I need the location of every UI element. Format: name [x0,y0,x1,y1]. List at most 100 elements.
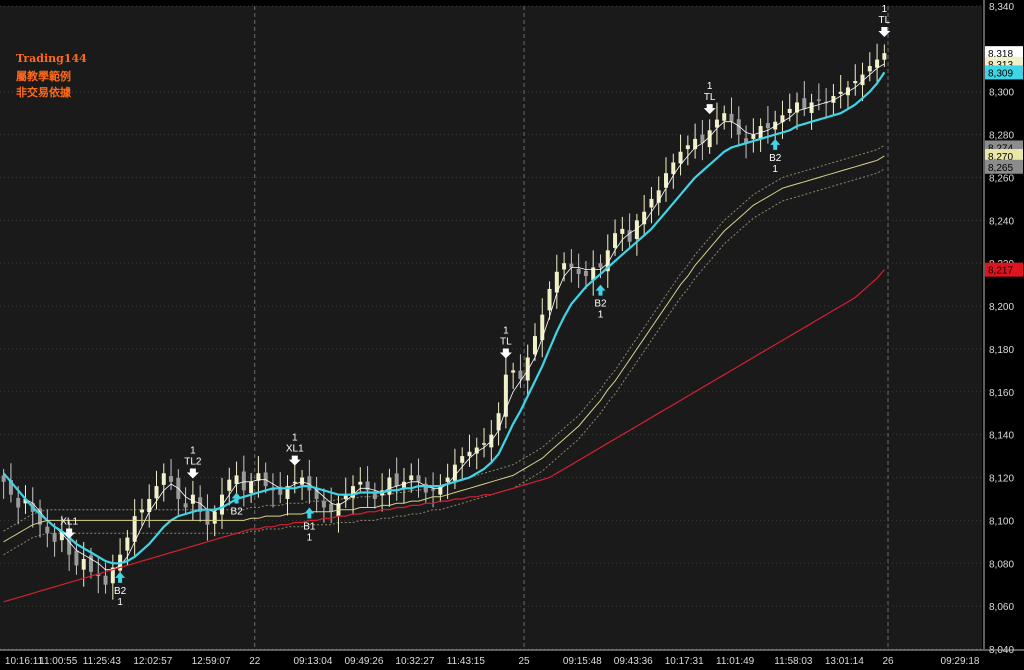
candle-body [714,119,719,128]
price-tag-label: 8,265 [988,163,1013,174]
watermark-line-1: Trading144 [16,52,87,65]
y-tick-label: 8,060 [989,602,1014,613]
candle-body [482,443,487,445]
candle-body [52,533,57,542]
candle-body [540,314,545,341]
candle-body [190,494,195,504]
candle-body [45,526,50,534]
y-tick-label: 8,180 [989,345,1014,356]
candle-body [387,477,392,495]
candle-body [503,374,508,417]
x-tick-label: 26 [882,656,894,667]
candle-body [787,108,792,114]
watermark-line-3: 非交易依據 [16,86,71,99]
signal-count: 1 [503,326,509,337]
signal-count: 1 [117,597,123,608]
candle-body [562,263,567,270]
candle-body [685,145,690,150]
y-tick-label: 8,300 [989,88,1014,99]
x-tick-label: 09:49:26 [344,656,383,667]
signal-label: TL [879,15,891,26]
x-tick-label: 09:15:48 [563,656,602,667]
price-chart[interactable]: 8,3408,3008,2808,2608,2408,2208,2008,180… [0,0,1024,670]
signal-count: 1 [292,433,298,444]
x-tick-label: 13:01:14 [825,656,864,667]
candle-body [103,575,108,585]
candle-body [729,113,734,122]
x-tick-label: 09:29:18 [941,656,980,667]
candle-body [532,336,537,355]
candle-body [329,503,334,512]
candle-body [460,456,465,463]
candle-body [816,99,821,101]
x-tick-label: 25 [519,656,531,667]
y-tick-label: 8,200 [989,302,1014,313]
x-tick-label: 11:58:03 [774,656,813,667]
signal-label: B2 [594,299,607,310]
x-tick-label: 11:00:55 [39,656,78,667]
candle-body [649,198,654,208]
y-tick-label: 8,240 [989,216,1014,227]
candle-body [547,288,552,311]
candle-body [409,475,414,481]
x-tick-label: 11:43:15 [447,656,486,667]
candle-body [518,370,523,379]
signal-count: 1 [772,164,778,175]
candle-body [511,370,516,373]
candle-body [569,263,574,268]
x-tick-label: 10:16:11 [5,656,44,667]
candle-body [525,357,530,381]
signal-label: B2 [769,153,782,164]
candle-body [263,472,268,487]
x-tick-label: 10:17:31 [665,656,704,667]
x-tick-label: 22 [249,656,261,667]
x-tick-label: 09:43:36 [614,656,653,667]
candle-body [81,558,86,570]
candle-body [16,497,21,508]
y-tick-label: 8,140 [989,431,1014,442]
price-tag-label: 8,217 [988,266,1013,277]
price-tag-label: 8,309 [988,68,1013,79]
candle-body [431,489,436,491]
signal-label: B2 [114,586,127,597]
x-tick-label: 10:32:27 [395,656,434,667]
candle-body [765,123,770,129]
candle-body [292,481,297,484]
candle-body [205,510,210,525]
candle-body [452,464,457,481]
x-tick-label: 12:02:57 [133,656,172,667]
candle-body [598,263,603,268]
x-tick-label: 11:01:49 [716,656,755,667]
y-tick-label: 8,280 [989,131,1014,142]
y-tick-label: 8,080 [989,559,1014,570]
candle-body [212,511,217,524]
candle-body [300,477,305,485]
signal-label: XL1 [286,444,304,455]
candle-body [678,151,683,164]
candle-body [358,481,363,485]
candle-body [183,503,188,508]
candle-body [220,494,224,515]
candle-body [583,270,588,277]
candle-body [249,481,254,494]
signal-count: 1 [598,310,604,321]
x-tick-label: 12:59:07 [192,656,231,667]
candle-body [620,228,625,234]
signal-count: 1 [882,4,888,15]
candle-body [576,268,581,274]
candle-body [882,53,887,60]
candle-body [838,91,843,94]
candle-body [74,550,79,566]
candle-body [154,486,159,499]
candle-body [671,162,676,175]
x-tick-label: 11:25:43 [83,656,122,667]
signal-label: TL [704,92,716,103]
signal-count: 1 [190,446,196,457]
candle-body [853,81,858,84]
candle-body [467,451,472,457]
signal-label: TL [500,337,512,348]
signal-label: TL2 [184,457,202,468]
candle-body [809,102,814,113]
y-tick-label: 8,260 [989,173,1014,184]
candle-body [169,476,174,482]
